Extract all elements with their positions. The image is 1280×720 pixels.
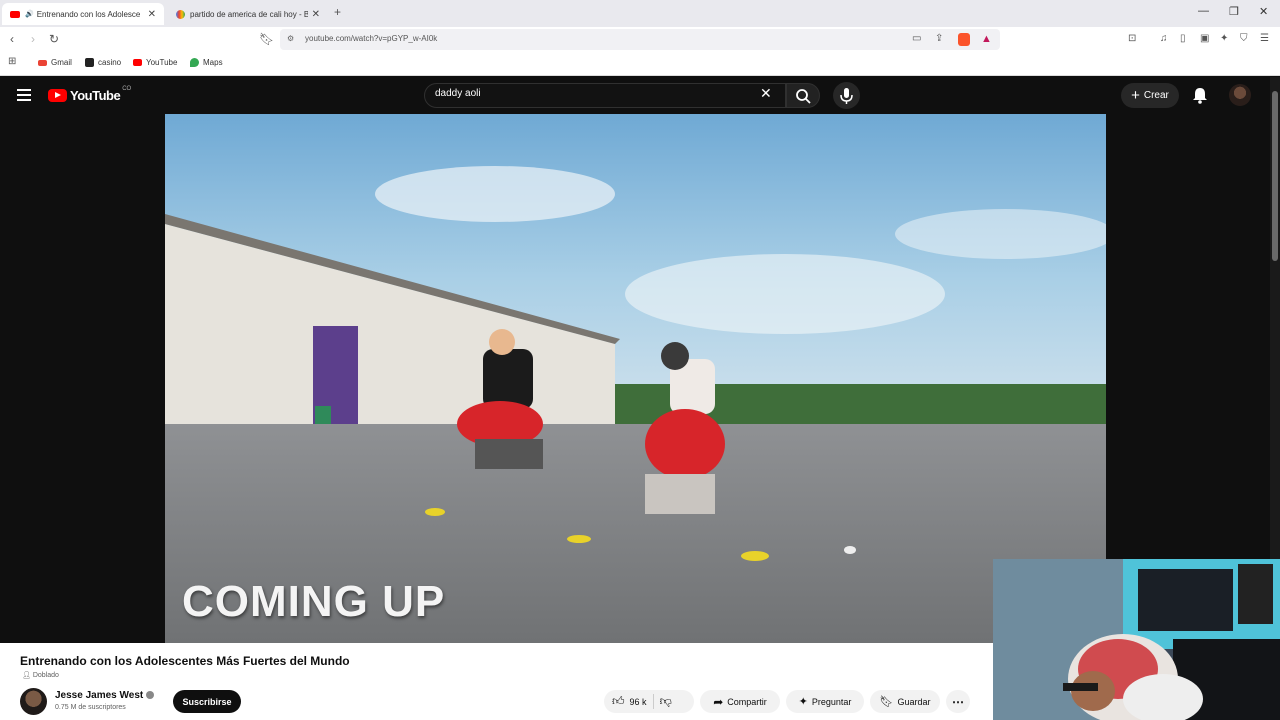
- screenshot-icon[interactable]: ⊡: [1128, 33, 1136, 44]
- verified-check-icon: [146, 691, 155, 700]
- create-label: Crear: [1143, 90, 1169, 101]
- channel-name[interactable]: Jesse James West: [55, 690, 155, 701]
- share-arrow-icon: ➦: [713, 694, 724, 709]
- ask-button[interactable]: ✦ Preguntar: [786, 690, 864, 713]
- search-button[interactable]: [786, 83, 820, 108]
- plus-icon: +: [1131, 87, 1140, 104]
- bookmark-page-icon[interactable]: 🔖︎: [259, 32, 274, 46]
- forward-icon[interactable]: ›: [31, 32, 35, 46]
- sidebar-icon[interactable]: ▯: [1180, 33, 1186, 44]
- youtube-icon: [133, 59, 142, 66]
- tab-google[interactable]: partido de america de cali hoy - Busc ✕: [168, 3, 328, 25]
- share-button[interactable]: ➦ Compartir: [700, 690, 780, 713]
- account-avatar[interactable]: [1229, 84, 1251, 106]
- like-icon[interactable]: 👍︎: [612, 694, 625, 709]
- bookmark-label: casino: [98, 58, 122, 67]
- window-close-icon[interactable]: ✕: [1259, 5, 1268, 18]
- logo-text: YouTube: [70, 88, 121, 103]
- reload-icon[interactable]: ↻: [49, 32, 59, 46]
- video-player[interactable]: COMING UP: [165, 114, 1106, 643]
- google-favicon-icon: [176, 9, 185, 19]
- video-frame-image: [165, 114, 1106, 643]
- like-count[interactable]: 96 k: [630, 697, 647, 707]
- minimize-icon[interactable]: —: [1198, 5, 1209, 17]
- cast-icon[interactable]: ▭: [912, 33, 921, 44]
- tab-close-icon[interactable]: ✕: [312, 9, 320, 20]
- speaker-icon: 🔊: [25, 11, 34, 18]
- restore-icon[interactable]: ❐: [1229, 5, 1239, 18]
- save-button[interactable]: 🔖︎ Guardar: [870, 690, 940, 713]
- bookmark-s-icon: [85, 58, 94, 67]
- address-bar[interactable]: ⚙︎ youtube.com/watch?v=pGYP_w-AI0k ▭ ⇪ ▲: [280, 29, 1000, 50]
- hamburger-menu-icon[interactable]: [17, 89, 31, 104]
- bookmark-label: YouTube: [146, 58, 178, 67]
- music-icon[interactable]: ♫: [1160, 33, 1168, 44]
- create-button[interactable]: + Crear: [1121, 83, 1179, 108]
- share-label: Compartir: [727, 696, 767, 707]
- maps-icon: [190, 58, 199, 67]
- share-page-icon[interactable]: ⇪: [935, 33, 943, 44]
- new-tab-icon[interactable]: +: [334, 5, 341, 19]
- more-actions-button[interactable]: ⋯: [946, 690, 970, 713]
- video-title: Entrenando con los Adolescentes Más Fuer…: [20, 654, 350, 668]
- bookmarks-bar: ⊞ Gmail casino YouTube Maps: [0, 52, 1280, 76]
- country-code: CO: [122, 85, 132, 92]
- youtube-favicon-icon: [10, 10, 20, 18]
- browser-tab-bar: 🔊 Entrenando con los Adolesce ✕ partido …: [0, 0, 1280, 27]
- notifications-bell-icon[interactable]: [1192, 86, 1208, 104]
- bookmark-icon: 🔖︎: [879, 696, 894, 708]
- like-dislike-group: 👍︎ 96 k 👎︎: [604, 690, 694, 713]
- search-icon: [796, 89, 811, 104]
- apps-grid-icon[interactable]: ⊞: [8, 56, 16, 67]
- bookmark-youtube[interactable]: YouTube: [133, 58, 177, 67]
- subscribe-button[interactable]: Suscribirse: [173, 690, 241, 713]
- webcam-image: [993, 559, 1280, 720]
- tab-close-icon[interactable]: ✕: [148, 9, 156, 20]
- dubbed-text: Doblado: [32, 672, 59, 679]
- bookmark-casino[interactable]: casino: [85, 58, 121, 67]
- menu-icon[interactable]: ☰: [1260, 33, 1269, 44]
- bookmark-label: Maps: [203, 58, 223, 67]
- tab-youtube[interactable]: 🔊 Entrenando con los Adolesce ✕: [2, 3, 164, 25]
- dubbed-label: 👤︎ Doblado: [22, 671, 59, 679]
- wallet-icon[interactable]: ▣: [1200, 33, 1209, 44]
- leo-ai-icon[interactable]: ✦: [1220, 33, 1228, 44]
- ask-label: Preguntar: [811, 696, 852, 707]
- microphone-icon: [840, 88, 853, 104]
- bookmark-gmail[interactable]: Gmail: [38, 58, 72, 67]
- video-overlay-text: COMING UP: [182, 577, 446, 626]
- scroll-thumb[interactable]: [1272, 91, 1278, 261]
- divider: [652, 694, 654, 709]
- brave-shield-icon[interactable]: [958, 33, 970, 46]
- sparkle-icon: ✦: [798, 696, 808, 708]
- person-icon: 👤︎: [22, 672, 31, 679]
- search-box: [424, 83, 786, 108]
- youtube-logo[interactable]: YouTube CO: [48, 85, 132, 103]
- browser-toolbar: ‹ › ↻ 🔖︎ ⚙︎ youtube.com/watch?v=pGYP_w-A…: [0, 27, 1280, 52]
- tab-title: partido de america de cali hoy - Busc: [190, 9, 308, 19]
- site-info-icon[interactable]: ⚙︎: [287, 34, 294, 43]
- save-label: Guardar: [897, 696, 931, 707]
- bookmark-maps[interactable]: Maps: [190, 58, 223, 67]
- youtube-play-icon: [48, 89, 67, 102]
- dislike-icon[interactable]: 👎︎: [660, 694, 672, 709]
- subscriber-count: 0.75 M de suscriptores: [55, 704, 126, 711]
- back-icon[interactable]: ‹: [10, 32, 14, 46]
- gmail-icon: [38, 59, 47, 66]
- channel-name-text: Jesse James West: [55, 690, 144, 701]
- more-dots-icon: ⋯: [952, 694, 964, 709]
- clear-search-icon[interactable]: ✕: [760, 85, 772, 102]
- url-text: youtube.com/watch?v=pGYP_w-AI0k: [305, 34, 438, 43]
- tab-title: Entrenando con los Adolesce: [36, 9, 141, 19]
- webcam-overlay: [993, 559, 1280, 720]
- channel-avatar[interactable]: [20, 688, 47, 715]
- voice-search-button[interactable]: [833, 82, 860, 109]
- youtube-header: YouTube CO ✕ + Crear: [0, 77, 1270, 114]
- brave-rewards-icon[interactable]: ▲: [981, 33, 992, 45]
- vpn-icon[interactable]: ⛉: [1240, 33, 1248, 44]
- search-input[interactable]: [435, 88, 755, 99]
- bookmark-label: Gmail: [51, 58, 72, 67]
